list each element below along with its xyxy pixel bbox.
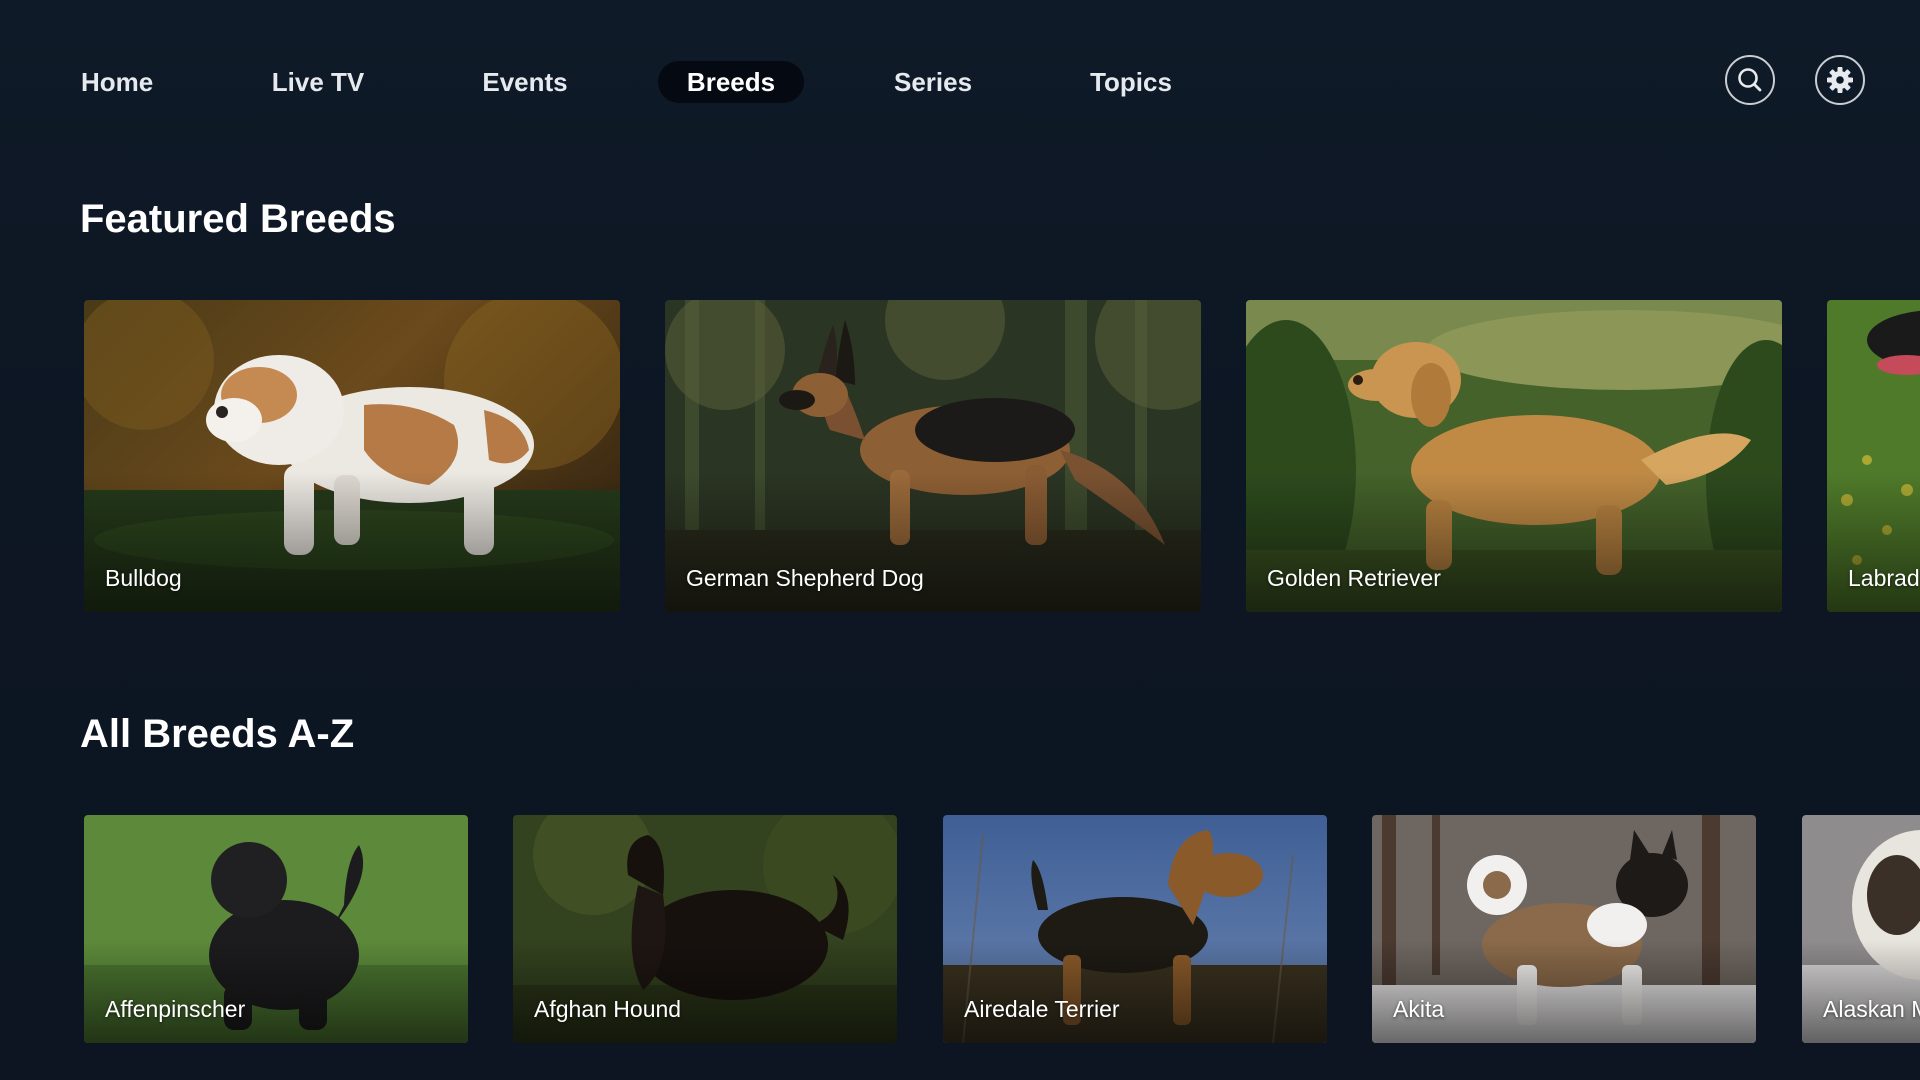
breed-card-label: Airedale Terrier: [964, 996, 1120, 1022]
top-navigation: Home Live TV Events Breeds Series Topics: [0, 0, 1920, 120]
breed-card-label: Afghan Hound: [534, 996, 682, 1022]
tab-series[interactable]: Series: [894, 61, 972, 103]
breed-card-label: Bulldog: [105, 565, 182, 591]
breed-card-label: Labrad: [1848, 565, 1920, 591]
breed-card-airedale-terrier[interactable]: Airedale Terrier: [943, 815, 1327, 1043]
tab-breeds[interactable]: Breeds: [658, 61, 804, 103]
breed-card-affenpinscher[interactable]: Affenpinscher: [84, 815, 468, 1043]
breeds-page: Home Live TV Events Breeds Series Topics: [0, 0, 1920, 1080]
breed-card-label: Affenpinscher: [105, 996, 246, 1022]
tab-events[interactable]: Events: [482, 61, 568, 103]
breed-card-label: Golden Retriever: [1267, 565, 1441, 591]
breed-card-afghan-hound[interactable]: Afghan Hound: [513, 815, 897, 1043]
search-button[interactable]: [1725, 55, 1775, 105]
featured-breeds-row: Bulldog German Shepherd Dog Golden Retri…: [0, 300, 1920, 612]
breed-card-label: Alaskan M: [1823, 996, 1920, 1022]
tab-live-tv[interactable]: Live TV: [270, 61, 366, 103]
breed-card-alaskan-malamute[interactable]: Alaskan M: [1802, 815, 1920, 1043]
breed-card-german-shepherd-dog[interactable]: German Shepherd Dog: [665, 300, 1201, 612]
breed-card-label: Akita: [1393, 996, 1445, 1022]
breed-card-akita[interactable]: Akita: [1372, 815, 1756, 1043]
breed-card-label: German Shepherd Dog: [686, 565, 924, 591]
breed-card-labrador[interactable]: Labrad: [1827, 300, 1920, 612]
featured-breeds-title: Featured Breeds: [80, 197, 396, 241]
search-icon: [1738, 68, 1762, 92]
all-breeds-row: Affenpinscher Afghan Hound Airedale Terr…: [0, 815, 1920, 1043]
tab-home[interactable]: Home: [81, 61, 153, 103]
all-breeds-title: All Breeds A-Z: [80, 712, 355, 756]
breed-card-bulldog[interactable]: Bulldog: [84, 300, 620, 612]
settings-button[interactable]: [1815, 55, 1865, 105]
tab-topics[interactable]: Topics: [1090, 61, 1172, 103]
breed-card-golden-retriever[interactable]: Golden Retriever: [1246, 300, 1782, 612]
gear-icon: [1827, 67, 1853, 93]
